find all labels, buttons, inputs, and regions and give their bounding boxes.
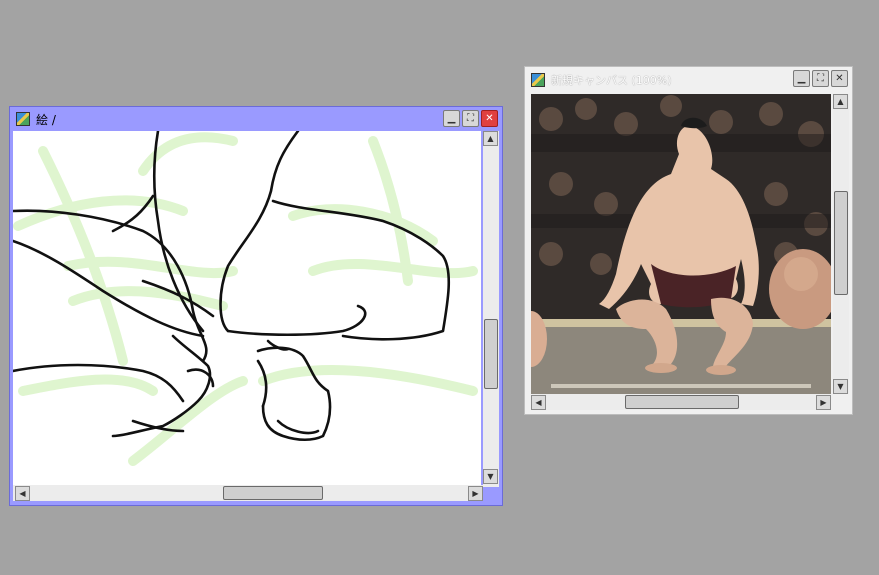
minimize-button[interactable]: ▁ (443, 110, 460, 127)
arrow-right-icon: ▶ (820, 397, 827, 407)
sketch-window[interactable]: 絵 / ▁ ⛶ ✕ ▲ ▼ ◀ ▶ (9, 106, 503, 506)
arrow-left-icon: ◀ (535, 397, 542, 407)
arrow-left-icon: ◀ (19, 488, 26, 498)
close-button[interactable]: ✕ (831, 70, 848, 87)
scroll-down-button[interactable]: ▼ (483, 469, 498, 484)
scroll-down-button[interactable]: ▼ (833, 379, 848, 394)
canvas-app-icon (16, 112, 30, 126)
scroll-right-button[interactable]: ▶ (468, 486, 483, 501)
maximize-icon: ⛶ (817, 72, 824, 84)
close-button[interactable]: ✕ (481, 110, 498, 127)
close-icon: ✕ (835, 72, 844, 84)
horizontal-scrollbar[interactable]: ◀ ▶ (531, 394, 831, 410)
close-icon: ✕ (485, 112, 494, 124)
horizontal-scroll-thumb[interactable] (625, 395, 739, 409)
maximize-button[interactable]: ⛶ (462, 110, 479, 127)
scroll-left-button[interactable]: ◀ (15, 486, 30, 501)
horizontal-scroll-thumb[interactable] (223, 486, 323, 500)
arrow-down-icon: ▼ (837, 381, 844, 391)
arrow-right-icon: ▶ (472, 488, 479, 498)
scroll-up-button[interactable]: ▲ (833, 94, 848, 109)
arrow-down-icon: ▼ (487, 471, 494, 481)
reference-window-title: 新規キャンバス (100%) (551, 73, 672, 87)
arrow-up-icon: ▲ (837, 96, 844, 106)
vertical-scrollbar[interactable]: ▲ ▼ (483, 131, 499, 487)
sketch-drawing (13, 131, 478, 466)
minimize-icon: ▁ (447, 112, 456, 124)
scroll-up-button[interactable]: ▲ (483, 131, 498, 146)
horizontal-scrollbar[interactable]: ◀ ▶ (13, 485, 483, 501)
vertical-scroll-thumb[interactable] (834, 191, 848, 295)
scroll-right-button[interactable]: ▶ (816, 395, 831, 410)
reference-photo-canvas[interactable] (531, 94, 831, 394)
reference-window[interactable]: 新規キャンバス (100%) ▁ ⛶ ✕ ▲ ▼ ◀ ▶ (524, 66, 853, 415)
sketch-canvas[interactable] (13, 131, 481, 487)
green-guide-strokes (13, 132, 478, 466)
maximize-button[interactable]: ⛶ (812, 70, 829, 87)
scroll-left-button[interactable]: ◀ (531, 395, 546, 410)
arrow-up-icon: ▲ (487, 133, 494, 143)
vertical-scrollbar[interactable]: ▲ ▼ (833, 94, 849, 394)
vertical-scroll-thumb[interactable] (484, 319, 498, 389)
minimize-icon: ▁ (797, 72, 806, 84)
canvas-app-icon (531, 72, 545, 87)
minimize-button[interactable]: ▁ (793, 70, 810, 87)
reference-window-titlebar[interactable]: 新規キャンバス (100%) ▁ ⛶ ✕ (525, 67, 852, 92)
sketch-window-titlebar[interactable]: 絵 / ▁ ⛶ ✕ (10, 107, 502, 131)
sketch-window-title: 絵 / (36, 112, 56, 127)
maximize-icon: ⛶ (467, 112, 474, 124)
sumo-reference-photo (531, 94, 831, 394)
